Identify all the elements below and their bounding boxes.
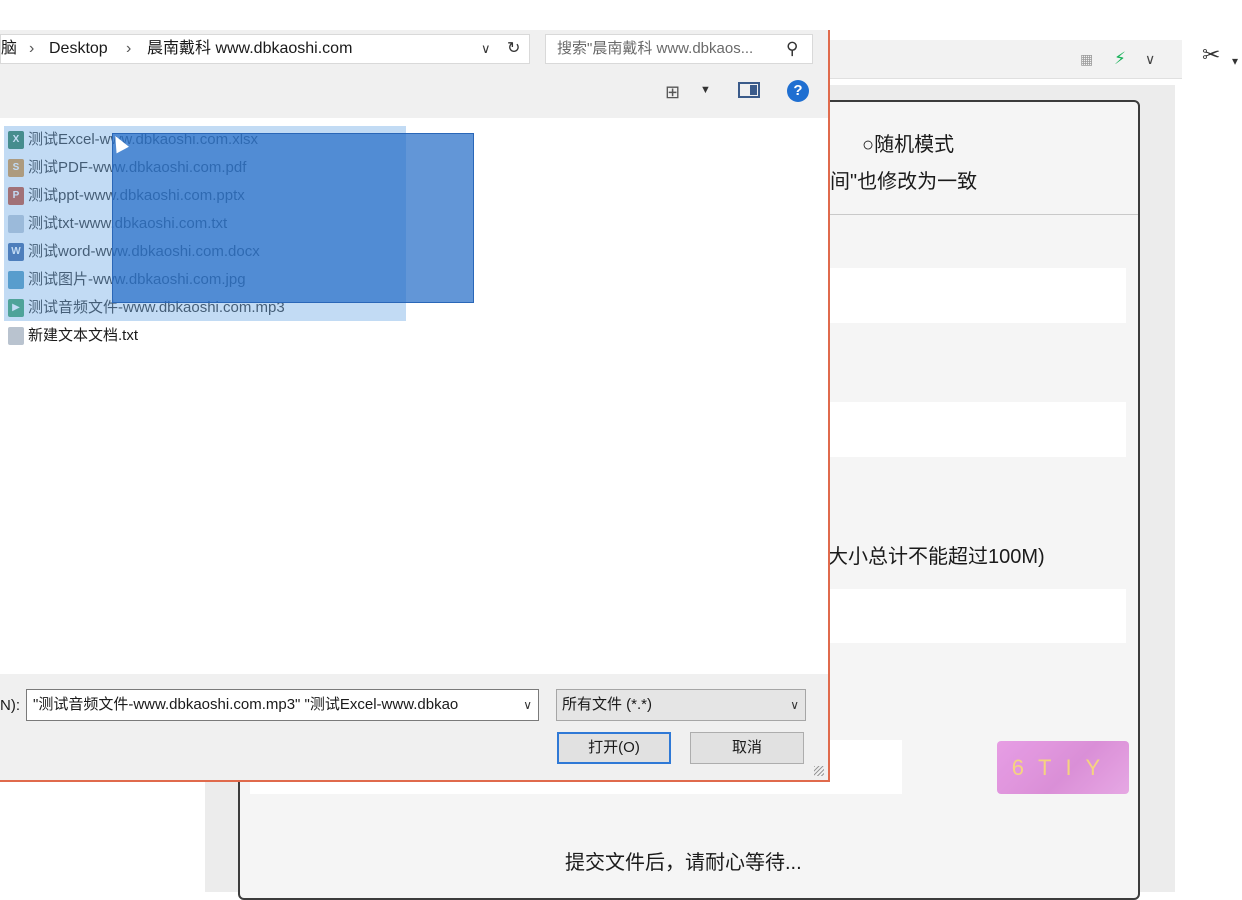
file-type-value: 所有文件 (*.*): [562, 696, 653, 713]
search-input[interactable]: 搜索"晨南戴科 www.dbkaos... ⚲: [545, 34, 813, 64]
refresh-icon[interactable]: ↻: [507, 35, 520, 63]
random-mode-radio[interactable]: ○随机模式: [862, 128, 954, 157]
scissors-icon[interactable]: ✂: [1202, 44, 1220, 66]
search-placeholder: 搜索"晨南戴科 www.dbkaos...: [557, 40, 754, 57]
file-name: 新建文本文档.txt: [28, 327, 139, 344]
chevron-down-icon[interactable]: ∨: [520, 690, 532, 720]
chevron-down-icon[interactable]: ∨: [1145, 48, 1155, 70]
form-field-2[interactable]: [830, 402, 1126, 457]
search-icon[interactable]: ⚲: [786, 35, 798, 63]
view-options-icon[interactable]: ⊞: [665, 82, 680, 103]
breadcrumb-separator: ›: [29, 40, 35, 57]
chevron-down-icon[interactable]: ∨: [790, 690, 799, 720]
help-icon[interactable]: ?: [787, 80, 809, 102]
chevron-down-icon[interactable]: ▼: [700, 84, 711, 96]
open-button[interactable]: 打开(O): [557, 732, 671, 764]
address-bar[interactable]: 脑 › Desktop › 晨南戴科 www.dbkaoshi.com ∨ ↻: [0, 34, 530, 64]
breadcrumb-separator: ›: [126, 40, 132, 57]
dropdown-icon[interactable]: ▾: [1232, 50, 1238, 72]
mode-note: 间"也修改为一致: [830, 171, 978, 193]
cancel-button[interactable]: 取消: [690, 732, 804, 764]
form-field-1[interactable]: [830, 268, 1126, 323]
filename-input[interactable]: "测试音频文件-www.dbkaoshi.com.mp3" "测试Excel-w…: [26, 689, 539, 721]
dialog-toolbar: ⊞ ▼ ?: [0, 68, 828, 118]
preview-pane-icon[interactable]: [738, 82, 760, 98]
filename-label: N):: [0, 697, 20, 714]
bolt-icon[interactable]: ⚡: [1114, 48, 1126, 70]
file-open-dialog: 脑 › Desktop › 晨南戴科 www.dbkaoshi.com ∨ ↻ …: [0, 30, 830, 782]
text-file-icon: [8, 327, 24, 346]
grid-icon[interactable]: ▦: [1080, 48, 1093, 70]
breadcrumb-computer[interactable]: 脑: [1, 35, 17, 63]
captcha-image[interactable]: 6TIY: [997, 741, 1129, 794]
chevron-down-icon[interactable]: ∨: [481, 35, 491, 63]
breadcrumb-folder[interactable]: 晨南戴科 www.dbkaoshi.com: [147, 35, 352, 63]
file-type-select[interactable]: 所有文件 (*.*) ∨: [556, 689, 806, 721]
dialog-footer: N): "测试音频文件-www.dbkaoshi.com.mp3" "测试Exc…: [0, 674, 828, 780]
breadcrumb-desktop[interactable]: Desktop: [49, 35, 108, 63]
file-size-note: 大小总计不能超过100M): [828, 546, 1045, 568]
browser-toolbar: [830, 40, 1182, 79]
drag-selection-marquee: [112, 133, 474, 303]
file-item-new-txt[interactable]: 新建文本文档.txt: [8, 324, 138, 348]
wait-message: 提交文件后，请耐心等待...: [565, 852, 802, 874]
filename-value: "测试音频文件-www.dbkaoshi.com.mp3" "测试Excel-w…: [33, 696, 459, 713]
resize-grip[interactable]: [814, 766, 824, 776]
file-upload-field[interactable]: [830, 589, 1126, 643]
